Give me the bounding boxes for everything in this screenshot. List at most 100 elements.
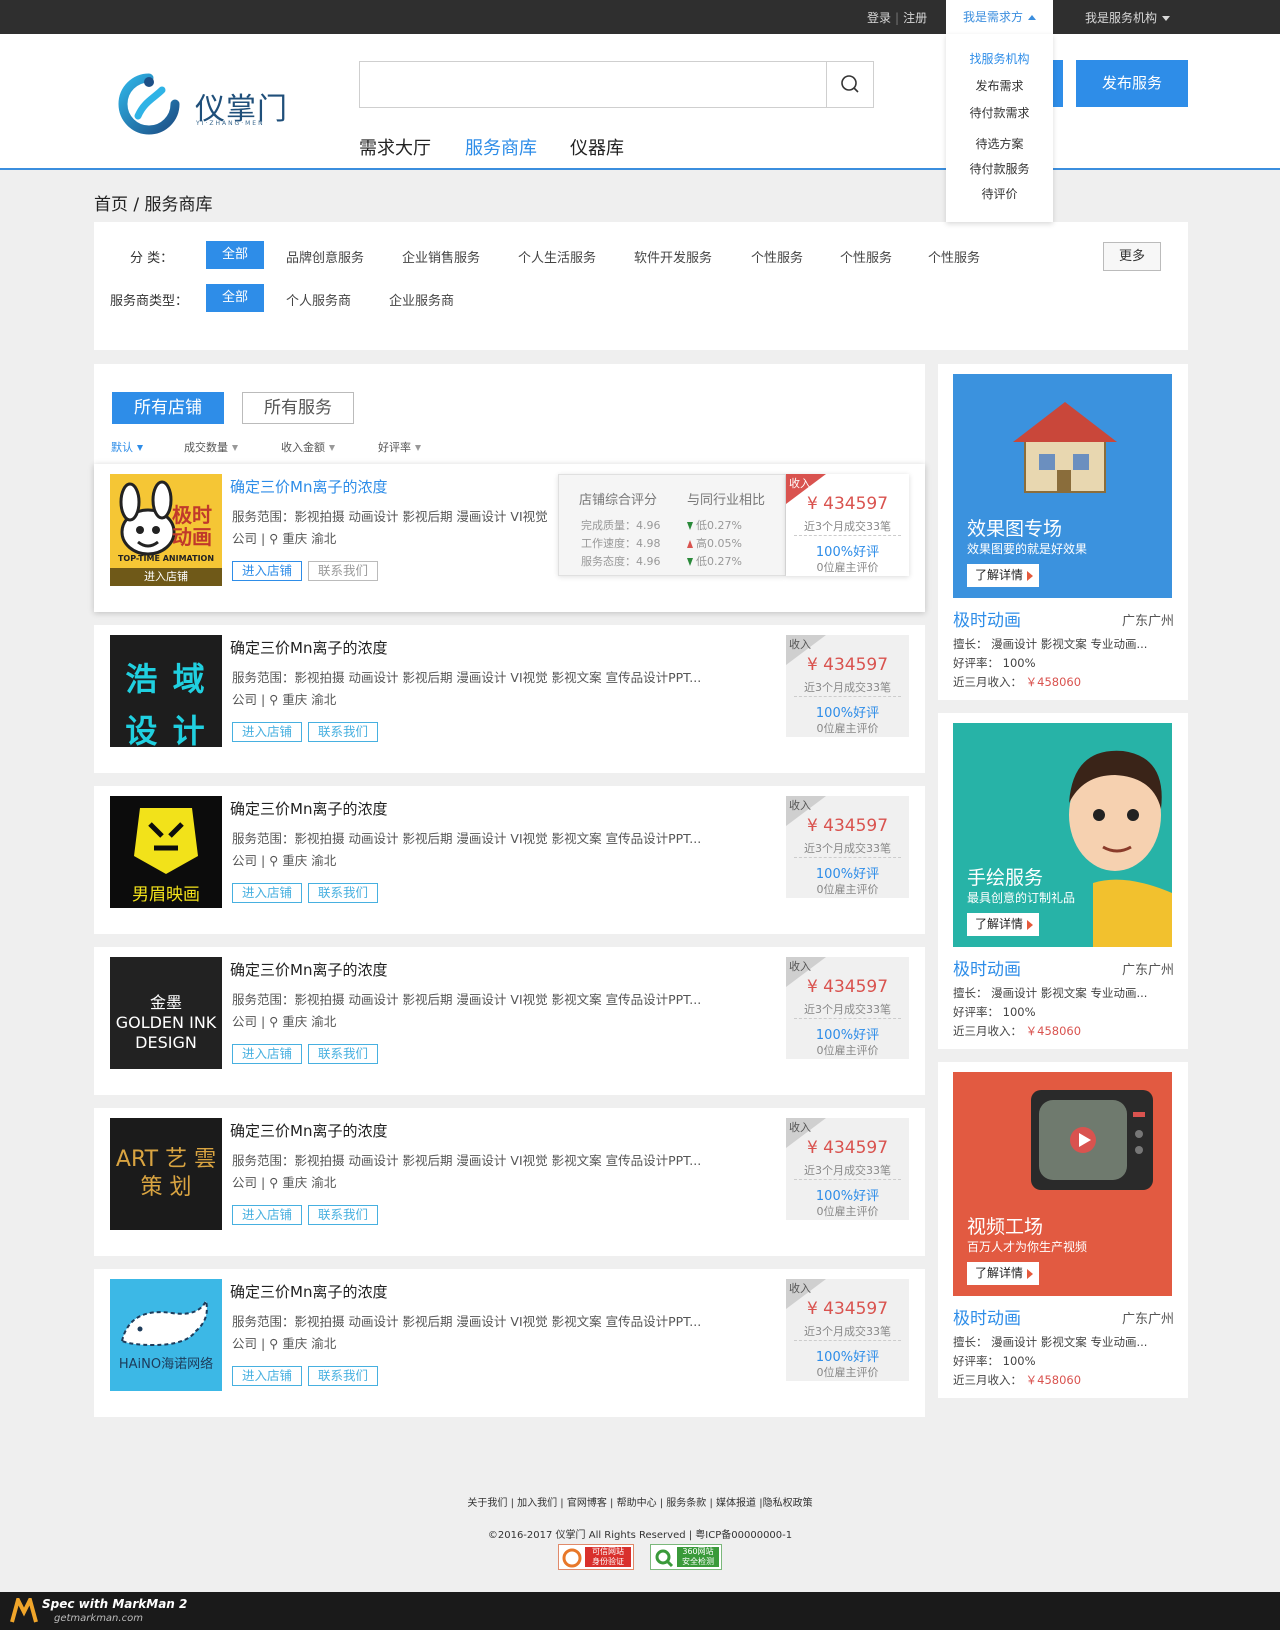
shop-location: 公司 | ⚲ 重庆 渝北 <box>232 692 337 707</box>
enter-shop-button[interactable]: 进入店铺 <box>232 1044 302 1064</box>
category-all[interactable]: 全部 <box>206 241 264 269</box>
search-input[interactable] <box>359 61 874 108</box>
shop-thumbnail[interactable]: 浩 域 设 计 <box>110 635 222 747</box>
shop-good-rate: 100%好评 <box>815 1350 880 1365</box>
shop-card[interactable]: ART 艺 雲 策 划 确定三价Mn离子的浓度 服务范围：影视拍摄 动画设计 影… <box>94 1108 925 1256</box>
promo-detail-button[interactable]: 了解详情 <box>967 564 1039 587</box>
more-button[interactable]: 更多 <box>1103 242 1161 271</box>
category-brand[interactable]: 品牌创意服务 <box>286 247 364 266</box>
shop-title[interactable]: 确定三价Mn离子的浓度 <box>230 798 387 819</box>
sort-default[interactable]: 默认 <box>111 439 143 455</box>
promo-detail-button[interactable]: 了解详情 <box>967 1262 1039 1285</box>
shop-scope: 服务范围：影视拍摄 动画设计 影视后期 漫画设计 VI视觉 <box>232 509 548 524</box>
popup-head-compare: 与同行业相比 <box>687 493 766 508</box>
shop-card[interactable]: 男眉映画 确定三价Mn离子的浓度 服务范围：影视拍摄 动画设计 影视后期 漫画设… <box>94 786 925 934</box>
promo-shop-name[interactable]: 极时动画 <box>953 1304 1021 1329</box>
shop-title[interactable]: 确定三价Mn离子的浓度 <box>230 959 387 980</box>
shop-thumbnail[interactable]: 金墨 GOLDEN INK DESIGN <box>110 957 222 1069</box>
category-software[interactable]: 软件开发服务 <box>634 247 712 266</box>
category-life[interactable]: 个人生活服务 <box>518 247 596 266</box>
promo-card[interactable]: 手绘服务 最具创意的订制礼品 了解详情 极时动画 广东广州 擅长： 漫画设计 影… <box>938 713 1188 1049</box>
arrow-down-icon <box>232 445 238 451</box>
shop-title[interactable]: 确定三价Mn离子的浓度 <box>230 1281 387 1302</box>
promo-shop-name[interactable]: 极时动画 <box>953 606 1021 631</box>
promo-card[interactable]: 视频工场 百万人才为你生产视频 了解详情 极时动画 广东广州 擅长： 漫画设计 … <box>938 1062 1188 1398</box>
provider-type-personal[interactable]: 个人服务商 <box>286 290 351 309</box>
logo-icon[interactable] <box>118 72 180 136</box>
category-custom-2[interactable]: 个性服务 <box>840 247 892 266</box>
login-link[interactable]: 登录 <box>867 11 891 25</box>
promo-banner[interactable]: 手绘服务 最具创意的订制礼品 了解详情 <box>953 723 1172 947</box>
register-link[interactable]: 注册 <box>903 11 927 25</box>
security-check-badge[interactable]: 360网站 安全检测 <box>650 1544 722 1570</box>
sort-income[interactable]: 收入金额 <box>281 439 335 455</box>
contact-us-button[interactable]: 联系我们 <box>308 1044 378 1064</box>
org-menu[interactable]: 我是服务机构 <box>1085 9 1171 26</box>
arrow-down-icon <box>415 445 421 451</box>
publish-service-button[interactable]: 发布服务 <box>1076 60 1188 107</box>
search-button[interactable] <box>826 61 874 108</box>
need-menu[interactable]: 我是需求方 <box>946 0 1053 34</box>
promo-title: 效果图专场 <box>967 518 1063 540</box>
provider-type-all[interactable]: 全部 <box>206 284 264 312</box>
shop-thumbnail[interactable]: HAiNO海诺网络 <box>110 1279 222 1391</box>
shop-title[interactable]: 确定三价Mn离子的浓度 <box>230 1120 387 1141</box>
enter-shop-button[interactable]: 进入店铺 <box>232 1205 302 1225</box>
enter-shop-button[interactable]: 进入店铺 <box>232 561 302 581</box>
rating-popup: 店铺综合评分 与同行业相比 完成质量：4.96 低0.27% 工作速度：4.98… <box>558 474 786 576</box>
nav-service-library[interactable]: 服务商库 <box>465 134 537 160</box>
contact-us-button[interactable]: 联系我们 <box>308 883 378 903</box>
category-custom-3[interactable]: 个性服务 <box>928 247 980 266</box>
dropdown-item-to-review[interactable]: 待评价 <box>946 185 1053 202</box>
promo-card[interactable]: 效果图专场 效果图要的就是好效果 了解详情 极时动画 广东广州 擅长： 漫画设计… <box>938 364 1188 700</box>
promo-banner[interactable]: 视频工场 百万人才为你生产视频 了解详情 <box>953 1072 1172 1296</box>
markman-title: Spec with MarkMan 2 <box>42 1597 188 1611</box>
enter-shop-button[interactable]: 进入店铺 <box>232 1366 302 1386</box>
breadcrumb: 首页 / 服务商库 <box>94 195 213 215</box>
provider-type-company[interactable]: 企业服务商 <box>389 290 454 309</box>
popup-head-score: 店铺综合评分 <box>579 493 658 508</box>
enter-shop-button[interactable]: 进入店铺 <box>232 722 302 742</box>
shop-card[interactable]: 极时动画 TOP-TIME ANIMATION 进入店铺 确定三价Mn离子的浓度… <box>94 464 925 612</box>
contact-us-button[interactable]: 联系我们 <box>308 722 378 742</box>
markman-logo-icon <box>10 1598 38 1623</box>
contact-us-button[interactable]: 联系我们 <box>308 1366 378 1386</box>
dropdown-item-pending-plan[interactable]: 待选方案 <box>946 135 1053 152</box>
trusted-site-badge[interactable]: 可信网站 身份验证 <box>558 1544 634 1570</box>
contact-us-button[interactable]: 联系我们 <box>308 561 378 581</box>
footer-links[interactable]: 关于我们 | 加入我们 | 官网博客 | 帮助中心 | 服务条款 | 媒体报道 … <box>0 1494 1280 1509</box>
shop-reviews: 0位雇主评价 <box>816 1044 879 1057</box>
promo-shop-name[interactable]: 极时动画 <box>953 955 1021 980</box>
sort-rating[interactable]: 好评率 <box>378 439 421 455</box>
dropdown-item-unpaid-service[interactable]: 待付款服务 <box>946 160 1053 177</box>
sort-deals[interactable]: 成交数量 <box>184 439 238 455</box>
shop-thumbnail[interactable]: 男眉映画 <box>110 796 222 908</box>
contact-us-button[interactable]: 联系我们 <box>308 1205 378 1225</box>
tab-all-services[interactable]: 所有服务 <box>242 392 354 424</box>
shop-title[interactable]: 确定三价Mn离子的浓度 <box>230 637 387 658</box>
promo-banner[interactable]: 效果图专场 效果图要的就是好效果 了解详情 <box>953 374 1172 598</box>
shop-card[interactable]: 金墨 GOLDEN INK DESIGN 确定三价Mn离子的浓度 服务范围：影视… <box>94 947 925 1095</box>
post-need-button-edge[interactable] <box>1053 60 1063 107</box>
shop-thumbnail[interactable]: 极时动画 TOP-TIME ANIMATION 进入店铺 <box>110 474 222 586</box>
enter-shop-button[interactable]: 进入店铺 <box>232 883 302 903</box>
markman-url: getmarkman.com <box>54 1613 143 1624</box>
category-sales[interactable]: 企业销售服务 <box>402 247 480 266</box>
dropdown-item-find-org[interactable]: 找服务机构 <box>946 50 1053 67</box>
nav-demand-hall[interactable]: 需求大厅 <box>359 134 431 160</box>
category-custom-1[interactable]: 个性服务 <box>751 247 803 266</box>
top-bar: 登录 | 注册 我是需求方 我是服务机构 <box>0 0 1280 34</box>
promo-income: 近三月收入： ￥458060 <box>953 675 1082 689</box>
shop-card[interactable]: HAiNO海诺网络 确定三价Mn离子的浓度 服务范围：影视拍摄 动画设计 影视后… <box>94 1269 925 1417</box>
nav-instrument-library[interactable]: 仪器库 <box>570 134 624 160</box>
play-arrow-icon <box>1027 919 1034 930</box>
arrow-down-green-icon <box>687 522 693 530</box>
shop-thumbnail[interactable]: ART 艺 雲 策 划 <box>110 1118 222 1230</box>
popup-quality: 完成质量：4.96 <box>581 519 661 532</box>
shop-title[interactable]: 确定三价Mn离子的浓度 <box>230 476 387 497</box>
dropdown-item-unpaid-need[interactable]: 待付款需求 <box>946 104 1053 121</box>
tab-all-shops[interactable]: 所有店铺 <box>112 392 224 424</box>
shop-card[interactable]: 浩 域 设 计 确定三价Mn离子的浓度 服务范围：影视拍摄 动画设计 影视后期 … <box>94 625 925 773</box>
promo-detail-button[interactable]: 了解详情 <box>967 913 1039 936</box>
dropdown-item-post-need[interactable]: 发布需求 <box>946 77 1053 94</box>
